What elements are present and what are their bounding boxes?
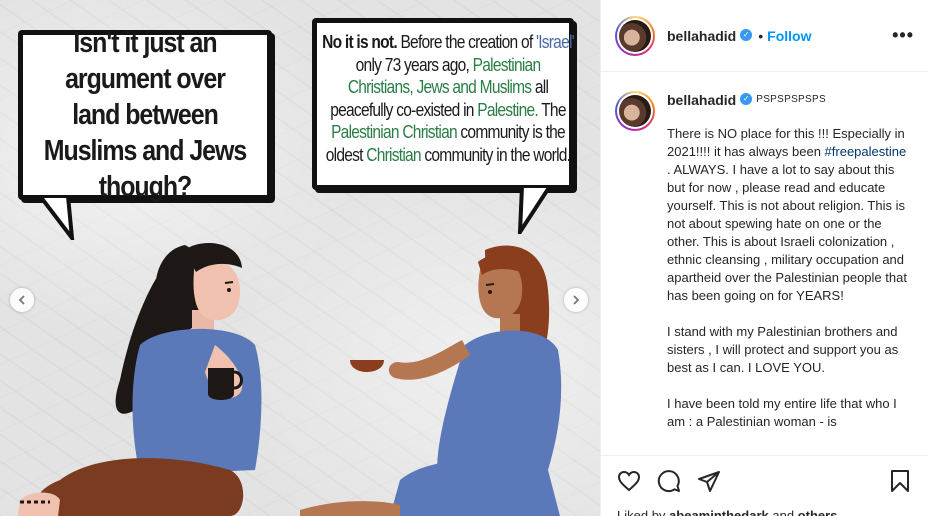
carousel-prev-button[interactable] [10, 288, 34, 312]
header-username[interactable]: bellahadid [667, 28, 736, 44]
caption-tag: PSPSPSPSPS [756, 94, 826, 105]
left-woman-figure [18, 243, 262, 516]
caption-username[interactable]: bellahadid [667, 91, 736, 109]
follow-button[interactable]: Follow [767, 28, 811, 44]
carousel-next-button[interactable] [564, 288, 588, 312]
right-woman-figure [300, 245, 562, 516]
liked-others-link[interactable]: others [798, 508, 838, 516]
verified-badge-icon: ✓ [740, 28, 753, 41]
speech-bubble-left: Isn't it just an argument over land betw… [18, 27, 272, 203]
right-bubble-bold-lead: No it is not. [322, 31, 398, 52]
chevron-right-icon [573, 295, 580, 305]
caption-avatar[interactable] [615, 91, 655, 131]
speech-bubble-right: No it is not. Before the creation of 'Is… [312, 18, 575, 190]
right-bubble-segment: community in the world. [420, 143, 571, 165]
right-bubble-christian: Christian [366, 143, 421, 165]
liked-user-link[interactable]: abeaminthedark [669, 508, 769, 516]
caption-text: There is NO place for this !!! Especiall… [667, 125, 907, 431]
right-bubble-palestinian-christian: Palestinian Christian [331, 121, 458, 142]
left-bubble-text: Isn't it just an argument over land betw… [43, 27, 248, 203]
action-icons-row [617, 466, 912, 496]
right-bubble-segment: The [537, 98, 566, 120]
right-bubble-palestinian: Palestinian [472, 53, 541, 75]
right-bubble-segment: Before the creation of [396, 31, 536, 52]
speech-bubble-right-tail [517, 186, 553, 234]
caption-head: bellahadid ✓ PSPSPSPSPS [667, 91, 907, 109]
more-options-icon[interactable]: ••• [892, 25, 914, 46]
right-bubble-segment: only 73 years ago, [355, 53, 473, 75]
right-bubble-groups: Christians, Jews and Muslims [347, 76, 532, 97]
post-image[interactable]: Isn't it just an argument over land betw… [0, 0, 600, 516]
post-actions: Liked by abeaminthedark and others [601, 455, 928, 516]
share-icon[interactable] [697, 469, 721, 493]
heart-icon[interactable] [617, 469, 641, 493]
caption-body: bellahadid ✓ PSPSPSPSPS There is NO plac… [667, 91, 907, 431]
caption-area[interactable]: bellahadid ✓ PSPSPSPSPS There is NO plac… [601, 73, 928, 455]
chevron-left-icon [18, 295, 25, 305]
post-sidebar: bellahadid ✓ • Follow ••• bellahadid ✓ P… [600, 0, 928, 516]
speech-bubble-left-tail [38, 196, 75, 240]
post-header: bellahadid ✓ • Follow ••• [601, 0, 928, 72]
header-separator: • [758, 27, 764, 44]
caption-text-part2: . ALWAYS. I have a lot to say about this… [667, 162, 907, 429]
verified-badge-icon: ✓ [740, 93, 753, 105]
right-bubble-text: No it is not. Before the creation of 'Is… [322, 31, 575, 166]
bookmark-icon[interactable] [888, 469, 912, 493]
caption-row: bellahadid ✓ PSPSPSPSPS There is NO plac… [615, 91, 914, 431]
comment-icon[interactable] [657, 469, 681, 493]
right-bubble-israel: 'Israel' [535, 31, 575, 52]
right-bubble-palestine: Palestine. [477, 98, 538, 120]
avatar-photo [619, 19, 651, 52]
liked-by-text: Liked by abeaminthedark and others [617, 508, 912, 516]
hashtag-link[interactable]: #freepalestine [825, 144, 907, 159]
avatar[interactable] [615, 15, 655, 56]
liked-and: and [768, 508, 798, 516]
avatar-photo [619, 95, 651, 127]
liked-prefix: Liked by [617, 508, 670, 516]
